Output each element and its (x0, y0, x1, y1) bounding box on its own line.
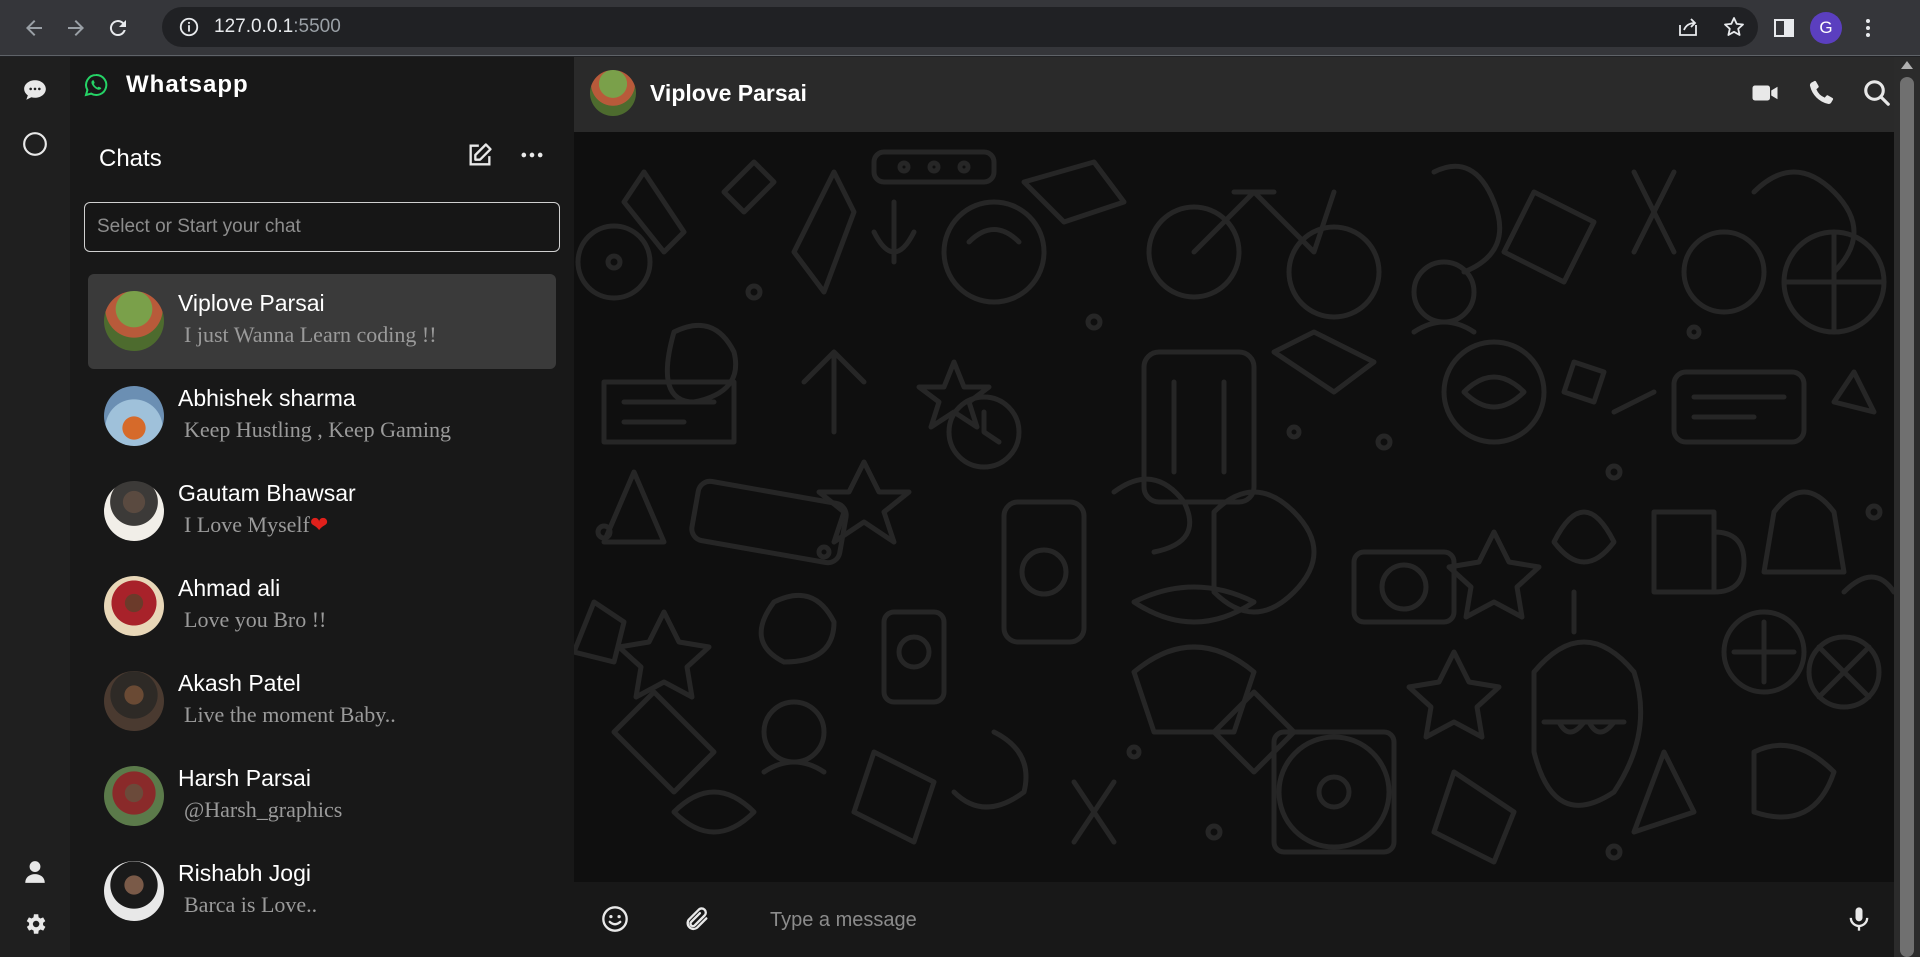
share-icon[interactable] (1676, 15, 1700, 39)
browser-toolbar: 127.0.0.1:5500 G (0, 0, 1920, 56)
chat-name: Gautam Bhawsar (178, 480, 356, 506)
page-scrollbar[interactable] (1894, 57, 1920, 957)
status-circle-icon (23, 132, 47, 156)
contact-avatar[interactable] (590, 70, 636, 116)
reload-button[interactable] (98, 8, 138, 48)
microphone-icon (1849, 907, 1869, 931)
address-bar[interactable]: 127.0.0.1:5500 (162, 7, 1758, 47)
arrow-left-icon (26, 19, 42, 36)
arrow-right-icon (68, 19, 84, 36)
scrollbar-thumb[interactable] (1900, 77, 1914, 957)
side-panel-icon[interactable] (1772, 16, 1796, 40)
chat-message-text: I Love Myself (184, 512, 310, 537)
url-text: 127.0.0.1:5500 (214, 16, 341, 38)
chat-name: Harsh Parsai (178, 765, 311, 791)
chat-list: Viplove Parsai I just Wanna Learn coding… (88, 274, 556, 939)
url-host: 127.0.0.1 (214, 16, 294, 37)
message-input[interactable] (770, 900, 1790, 940)
smiley-icon (602, 906, 628, 932)
video-call-icon[interactable] (1750, 78, 1780, 108)
chat-item-viplove-parsai[interactable]: Viplove Parsai I just Wanna Learn coding… (88, 274, 556, 369)
chat-name: Ahmad ali (178, 575, 281, 601)
avatar (104, 576, 164, 636)
profile-avatar[interactable]: G (1810, 12, 1842, 44)
heart-emoji: ❤ (309, 512, 329, 537)
avatar (104, 671, 164, 731)
chat-item-harsh-parsai[interactable]: Harsh Parsai @Harsh_graphics (88, 749, 556, 844)
chat-item-rishabh-jogi[interactable]: Rishabh Jogi Barca is Love.. (88, 844, 556, 939)
whatsapp-app: Whatsapp Chats Viplove Parsai I just Wan… (0, 57, 1920, 957)
chat-last-message: Live the moment Baby.. (184, 702, 396, 727)
profile-nav-button[interactable] (20, 857, 50, 887)
user-icon (25, 861, 45, 883)
avatar (104, 386, 164, 446)
url-port: :5500 (293, 16, 341, 37)
contact-name[interactable]: Viplove Parsai (650, 80, 807, 107)
chats-title: Chats (99, 145, 162, 172)
avatar (104, 766, 164, 826)
chat-last-message: Love you Bro !! (184, 607, 327, 632)
chat-wallpaper (574, 132, 1894, 882)
chats-nav-button[interactable] (20, 75, 50, 105)
more-horizontal-icon[interactable] (518, 141, 546, 169)
message-composer (574, 882, 1894, 957)
chat-item-akash-patel[interactable]: Akash Patel Live the moment Baby.. (88, 654, 556, 749)
status-nav-button[interactable] (20, 129, 50, 159)
avatar (104, 861, 164, 921)
bookmark-star-icon[interactable] (1722, 15, 1746, 39)
chat-last-message: Keep Hustling , Keep Gaming (184, 417, 451, 442)
voice-message-button[interactable] (1844, 904, 1874, 934)
conversation-header: Viplove Parsai (574, 57, 1894, 132)
new-chat-icon[interactable] (466, 141, 494, 169)
whatsapp-logo-icon (84, 73, 108, 97)
brand: Whatsapp (84, 71, 249, 99)
paperclip-icon (686, 907, 708, 931)
nav-rail (0, 57, 70, 957)
search-icon[interactable] (1862, 78, 1892, 108)
chat-search-input[interactable] (84, 202, 560, 252)
scroll-up-arrow-icon[interactable] (1901, 61, 1913, 69)
chat-last-message: Barca is Love.. (184, 892, 318, 917)
more-vertical-icon[interactable] (1856, 16, 1880, 40)
back-button[interactable] (14, 8, 54, 48)
attach-button[interactable] (682, 904, 712, 934)
chat-item-abhishek-sharma[interactable]: Abhishek sharma Keep Hustling , Keep Gam… (88, 369, 556, 464)
forward-button[interactable] (56, 8, 96, 48)
chat-last-message: I Love Myself❤ (184, 512, 328, 538)
avatar (104, 481, 164, 541)
settings-nav-button[interactable] (20, 909, 50, 939)
chat-name: Viplove Parsai (178, 290, 325, 316)
gear-icon (26, 914, 46, 934)
reload-icon (109, 19, 126, 36)
conversation-pane: Viplove Parsai (574, 57, 1894, 957)
chat-last-message: I just Wanna Learn coding !! (184, 322, 437, 347)
chat-bubble-icon (24, 80, 46, 100)
chat-name: Abhishek sharma (178, 385, 356, 411)
chat-sidebar: Whatsapp Chats Viplove Parsai I just Wan… (70, 57, 574, 957)
chat-item-gautam-bhawsar[interactable]: Gautam Bhawsar I Love Myself❤ (88, 464, 556, 559)
chat-name: Rishabh Jogi (178, 860, 311, 886)
site-info-icon[interactable] (178, 16, 200, 38)
chat-name: Akash Patel (178, 670, 301, 696)
phone-icon[interactable] (1806, 78, 1836, 108)
avatar (104, 291, 164, 351)
emoji-button[interactable] (600, 904, 630, 934)
chat-item-ahmad-ali[interactable]: Ahmad ali Love you Bro !! (88, 559, 556, 654)
brand-name: Whatsapp (126, 71, 249, 98)
chat-last-message: @Harsh_graphics (184, 797, 343, 822)
